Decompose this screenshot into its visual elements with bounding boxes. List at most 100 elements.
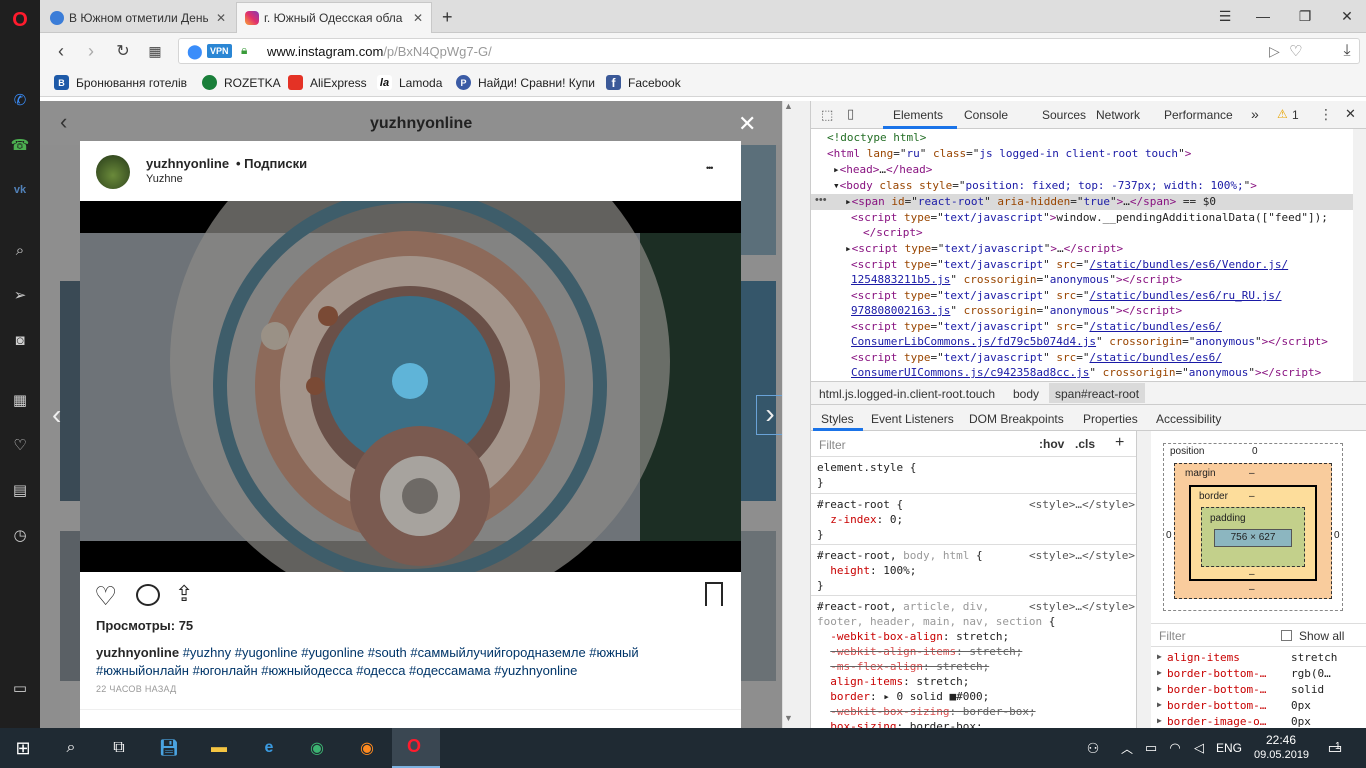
page-scrollbar[interactable]: ▲ ▼: [782, 101, 810, 728]
device-toggle-icon[interactable]: ▯: [847, 106, 854, 122]
warning-icon[interactable]: ⚠: [1277, 107, 1288, 121]
tab-styles[interactable]: Styles: [821, 412, 854, 426]
css-rule-reset[interactable]: #react-root, article, div, footer, header…: [817, 599, 1055, 728]
expand-icon[interactable]: ▶: [1157, 684, 1162, 693]
show-all-checkbox[interactable]: [1281, 630, 1292, 641]
post-username[interactable]: yuzhnyonline: [146, 156, 229, 171]
volume-icon[interactable]: ◁: [1186, 736, 1212, 760]
minimize-button[interactable]: —: [1248, 5, 1278, 27]
dom-node[interactable]: <script type="text/javascript" src="/sta…: [851, 288, 1282, 304]
caption-hashtags-line1[interactable]: #yuzhny #yugonline #yugonline #south #са…: [183, 645, 639, 660]
caption-username[interactable]: yuzhnyonline: [96, 645, 179, 660]
dom-node[interactable]: </script>: [863, 225, 923, 241]
send-icon[interactable]: ➢: [8, 283, 32, 307]
bookmark-rozetka[interactable]: ROZETKA: [202, 75, 281, 90]
dom-node[interactable]: ▾<body class style="position: fixed; top…: [833, 178, 1257, 194]
bookmark-facebook[interactable]: f Facebook: [606, 75, 681, 90]
avatar[interactable]: [96, 155, 130, 189]
breadcrumb-item-html[interactable]: html.js.logged-in.client-root.touch: [819, 387, 995, 401]
dom-node[interactable]: ConsumerLibCommons.js/fd79c5b074d4.js" c…: [851, 334, 1328, 350]
save-icon[interactable]: [705, 582, 723, 606]
tray-expand-icon[interactable]: ︿: [1114, 736, 1140, 760]
css-rule-react-root[interactable]: #react-root { z-index: 0;}: [817, 497, 903, 542]
task-view-icon[interactable]: ⧉: [106, 736, 132, 760]
devtools-tab-sources[interactable]: Sources: [1042, 108, 1086, 122]
dom-node[interactable]: <script type="text/javascript">window.__…: [851, 210, 1328, 226]
tab-menu-icon[interactable]: ☰: [1210, 5, 1240, 27]
heart-bookmark-icon[interactable]: ♡: [1289, 42, 1302, 60]
scroll-down-icon[interactable]: ▼: [784, 713, 793, 723]
chrome-icon[interactable]: ◉: [304, 736, 330, 760]
follow-status[interactable]: • Подписки: [236, 156, 307, 171]
css-source[interactable]: <style>…</style>: [1029, 548, 1135, 563]
forward-icon[interactable]: ›: [80, 40, 102, 62]
post-location[interactable]: Yuzhne: [146, 173, 183, 185]
inspect-icon[interactable]: ⬚: [821, 107, 833, 123]
more-options-icon[interactable]: •••: [706, 163, 714, 173]
download-icon[interactable]: ⤓: [1336, 40, 1358, 62]
dom-node[interactable]: <html lang="ru" class="js logged-in clie…: [827, 146, 1191, 162]
bookmark-aliexpress[interactable]: AliExpress: [288, 75, 367, 90]
windows-start-icon[interactable]: ⊞: [10, 736, 36, 760]
dom-scrollbar[interactable]: [1353, 129, 1366, 381]
opera-taskbar-item[interactable]: O: [392, 728, 440, 768]
computed-filter-input[interactable]: Filter: [1159, 629, 1186, 643]
lock-icon[interactable]: 🔒︎: [241, 43, 247, 58]
snap-icon[interactable]: ▷: [1269, 43, 1280, 60]
language-indicator[interactable]: ENG: [1216, 741, 1242, 755]
css-source[interactable]: <style>…</style>: [1029, 599, 1135, 614]
prev-post-icon[interactable]: ‹: [52, 399, 61, 431]
close-modal-icon[interactable]: ✕: [738, 111, 756, 137]
computed-row[interactable]: ▶ border-bottom-… 0px: [1151, 699, 1366, 715]
back-arrow-icon[interactable]: ‹: [60, 109, 67, 135]
devtools-tab-elements[interactable]: Elements: [893, 108, 943, 122]
bookmark-price[interactable]: P Найди! Сравни! Купи: [456, 75, 596, 90]
dom-node[interactable]: ▸<head>…</head>: [833, 162, 932, 178]
close-window-button[interactable]: ✕: [1332, 5, 1362, 27]
file-explorer-icon[interactable]: ▬: [206, 736, 232, 760]
history-icon[interactable]: ◷: [8, 523, 32, 547]
warning-count[interactable]: 1: [1292, 108, 1299, 122]
reload-icon[interactable]: ↻: [112, 40, 134, 62]
url-field[interactable]: ⬤ VPN 🔒︎ www.instagram.com/p/BxN4QpWg7-G…: [178, 38, 1360, 64]
whatsapp-icon[interactable]: ☎: [8, 133, 32, 157]
messenger-icon[interactable]: ✆: [8, 88, 32, 112]
devtools-tab-network[interactable]: Network: [1096, 108, 1140, 122]
news-icon[interactable]: ▤: [8, 478, 32, 502]
save-disk-icon[interactable]: 💾︎: [156, 736, 182, 760]
devtools-menu-icon[interactable]: ⋮: [1319, 106, 1333, 123]
box-model-padding[interactable]: padding 756 × 627: [1201, 507, 1305, 567]
caption-hashtags-line2[interactable]: #южныйонлайн #югонлайн #южныйодесса #оде…: [96, 663, 577, 678]
tab-properties[interactable]: Properties: [1083, 412, 1138, 426]
bookmark-lamoda[interactable]: la Lamoda: [377, 75, 442, 90]
next-post-icon[interactable]: ›: [756, 395, 782, 435]
opera-logo-icon[interactable]: O: [8, 8, 32, 32]
speed-dial-icon[interactable]: ▦: [8, 388, 32, 412]
dom-node[interactable]: <script type="text/javascript" src="/sta…: [851, 319, 1222, 335]
sidebar-toggle-icon[interactable]: ▭: [8, 676, 32, 700]
expand-icon[interactable]: ▶: [1157, 716, 1162, 725]
vpn-badge[interactable]: VPN: [207, 44, 232, 58]
dom-node[interactable]: <script type="text/javascript" src="/sta…: [851, 257, 1288, 273]
devtools-tab-performance[interactable]: Performance: [1164, 108, 1233, 122]
clock-time[interactable]: 22:46: [1266, 733, 1296, 747]
tab-2[interactable]: г. Южный Одесская обла ✕: [236, 2, 432, 33]
computed-row[interactable]: ▶ border-bottom-… solid: [1151, 683, 1366, 699]
back-icon[interactable]: ‹: [50, 40, 72, 62]
more-tabs-icon[interactable]: »: [1251, 106, 1259, 122]
hov-toggle[interactable]: :hov: [1039, 437, 1064, 451]
edge-icon[interactable]: e: [256, 736, 282, 760]
breadcrumb-item-span[interactable]: span#react-root: [1049, 383, 1146, 403]
devtools-tab-console[interactable]: Console: [964, 108, 1008, 122]
css-rule-root-body-html[interactable]: #react-root, body, html { height: 100%;}: [817, 548, 983, 593]
expand-icon[interactable]: ▶: [1157, 668, 1162, 677]
box-model-content[interactable]: 756 × 627: [1214, 529, 1292, 547]
restore-button[interactable]: ❐: [1290, 5, 1320, 27]
location-pin-icon[interactable]: ⬤: [187, 43, 203, 60]
dom-node[interactable]: ▸<span id="react-root" aria-hidden="true…: [845, 194, 1216, 210]
css-rule-element-style[interactable]: element.style {}: [817, 460, 916, 490]
computed-row[interactable]: ▶ border-bottom-… rgb(0…: [1151, 667, 1366, 683]
expand-icon[interactable]: ▶: [1157, 700, 1162, 709]
computed-row[interactable]: ▶ align-items stretch: [1151, 651, 1366, 667]
close-tab-icon[interactable]: ✕: [216, 11, 226, 25]
